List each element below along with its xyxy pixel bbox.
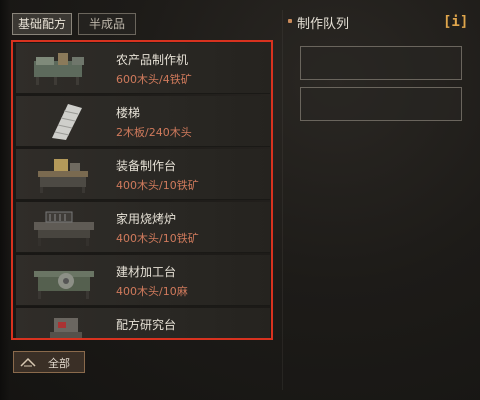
recipe-item-research-bench[interactable]: 配方研究台 xyxy=(16,308,270,338)
all-filter-label: 全部 xyxy=(48,357,70,370)
recipe-name: 装备制作台 xyxy=(116,159,177,173)
recipe-list: 农产品制作机 600木头/4铁矿 楼梯 2木板/240木头 装备制作台 400木… xyxy=(11,40,273,340)
equipment-bench-icon xyxy=(38,159,88,193)
recipe-item-stairs[interactable]: 楼梯 2木板/240木头 xyxy=(16,96,270,147)
queue-marker xyxy=(288,19,292,23)
grill-icon xyxy=(34,211,94,246)
recipe-name: 家用烧烤炉 xyxy=(116,212,177,226)
recipe-name: 建材加工台 xyxy=(116,265,177,279)
research-bench-icon xyxy=(50,318,82,338)
recipe-cost: 400木头/10麻 xyxy=(116,285,188,298)
recipe-cost: 400木头/10铁矿 xyxy=(116,179,199,192)
recipe-item-material-bench[interactable]: 建材加工台 400木头/10麻 xyxy=(16,255,270,306)
all-filter-button[interactable]: 全部 xyxy=(13,351,85,373)
recipe-item-farm-machine[interactable]: 农产品制作机 600木头/4铁矿 xyxy=(16,43,270,94)
panel-divider xyxy=(282,10,283,390)
queue-slot[interactable] xyxy=(300,46,462,80)
stairs-icon xyxy=(52,104,82,140)
recipe-name: 农产品制作机 xyxy=(116,53,189,67)
recipe-name: 配方研究台 xyxy=(116,318,177,332)
recipe-name: 楼梯 xyxy=(116,106,141,120)
recipe-cost: 2木板/240木头 xyxy=(116,126,192,139)
chevron-up-icon xyxy=(20,357,36,367)
farm-machine-icon xyxy=(34,53,84,85)
recipe-item-grill[interactable]: 家用烧烤炉 400木头/10铁矿 xyxy=(16,202,270,253)
queue-title: 制作队列 xyxy=(297,17,350,32)
queue-slot[interactable] xyxy=(300,87,462,121)
crafting-screen: 基础配方 半成品 农产品制作机 600木头/4铁矿 楼梯 2木板/240木头 装… xyxy=(0,0,480,400)
material-bench-icon xyxy=(34,271,94,299)
tab-basic-recipes[interactable]: 基础配方 xyxy=(12,13,72,35)
edge-shadow xyxy=(0,0,10,400)
info-icon[interactable]: [i] xyxy=(443,13,468,31)
recipe-cost: 400木头/10铁矿 xyxy=(116,232,199,245)
recipe-item-equipment-bench[interactable]: 装备制作台 400木头/10铁矿 xyxy=(16,149,270,200)
recipe-cost: 600木头/4铁矿 xyxy=(116,73,192,86)
tab-semi-finished[interactable]: 半成品 xyxy=(78,13,136,35)
